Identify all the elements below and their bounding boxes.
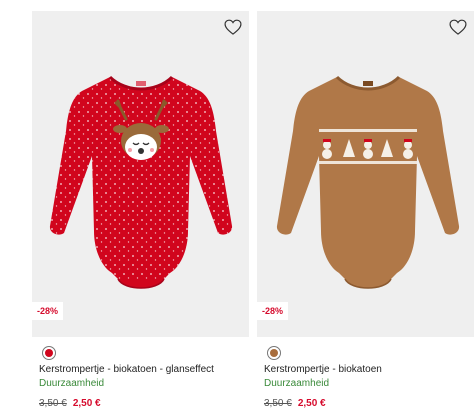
color-swatch[interactable] [42,346,56,360]
product-image[interactable]: -28% [257,11,474,337]
product-card[interactable]: -28% Kerstrompertje - biokatoen Duurzaam… [257,11,474,409]
old-price: 3,50 € [39,398,67,409]
sale-price: 2,50 € [72,398,101,409]
heart-icon[interactable] [223,17,243,37]
brown-snowman-bodysuit-image [276,75,460,289]
product-title[interactable]: Kerstrompertje - biokatoen - glanseffect [39,364,214,375]
product-card[interactable]: -28% Kerstrompertje - biokatoen - glanse… [32,11,249,409]
product-image[interactable]: -28% [32,11,249,337]
sustainability-tag: Duurzaamheid [264,378,330,389]
heart-icon[interactable] [448,17,468,37]
sale-price: 2,50 € [297,398,326,409]
color-swatch-dot [45,349,53,357]
price: 3,50 € 2,50 € [264,398,326,409]
color-swatch-dot [270,349,278,357]
red-reindeer-bodysuit-image [49,75,233,289]
color-swatch[interactable] [267,346,281,360]
product-title[interactable]: Kerstrompertje - biokatoen [264,364,382,375]
discount-badge: -28% [257,302,289,320]
sustainability-tag: Duurzaamheid [39,378,105,389]
old-price: 3,50 € [264,398,292,409]
price: 3,50 € 2,50 € [39,398,101,409]
discount-badge: -28% [32,302,64,320]
